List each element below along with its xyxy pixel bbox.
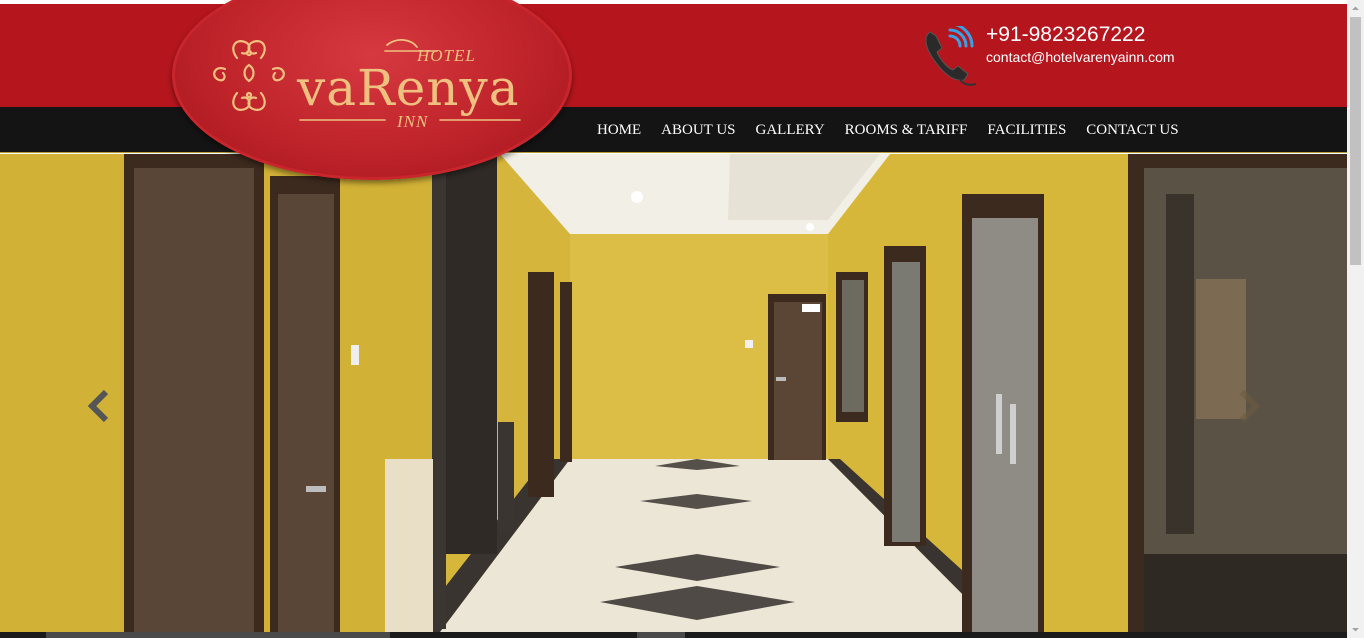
scroll-up-icon[interactable] bbox=[1347, 0, 1364, 17]
hotel-corridor-image bbox=[0, 154, 1347, 632]
scrollbar-thumb[interactable] bbox=[1350, 17, 1361, 265]
chevron-right-icon[interactable] bbox=[1234, 386, 1264, 426]
chevron-left-icon[interactable] bbox=[84, 386, 114, 426]
phone-icon bbox=[925, 26, 977, 86]
nav-gallery[interactable]: GALLERY bbox=[746, 122, 835, 139]
logo-inn-text: INN bbox=[396, 112, 429, 131]
bottom-strip bbox=[0, 632, 1347, 638]
bottom-strip-segment bbox=[637, 632, 685, 638]
hero-slider bbox=[0, 154, 1347, 632]
phone-number[interactable]: +91-9823267222 bbox=[986, 23, 1145, 47]
nav-list: HOME ABOUT US GALLERY ROOMS & TARIFF FAC… bbox=[590, 107, 1189, 153]
nav-rooms-tariff[interactable]: ROOMS & TARIFF bbox=[835, 122, 978, 139]
nav-contact-us[interactable]: CONTACT US bbox=[1076, 122, 1188, 139]
hotel-logo[interactable]: HOTEL vaRenya INN bbox=[172, 0, 572, 180]
nav-about-us[interactable]: ABOUT US bbox=[651, 122, 745, 139]
vertical-scrollbar[interactable] bbox=[1347, 0, 1364, 638]
logo-graphic: HOTEL vaRenya INN bbox=[213, 39, 521, 131]
logo-name-text: vaRenya bbox=[296, 59, 520, 117]
nav-facilities[interactable]: FACILITIES bbox=[977, 122, 1076, 139]
bottom-strip-segment bbox=[46, 632, 390, 638]
scroll-down-icon[interactable] bbox=[1347, 621, 1364, 638]
contact-email[interactable]: contact@hotelvarenyainn.com bbox=[986, 49, 1175, 65]
nav-home[interactable]: HOME bbox=[590, 122, 651, 139]
